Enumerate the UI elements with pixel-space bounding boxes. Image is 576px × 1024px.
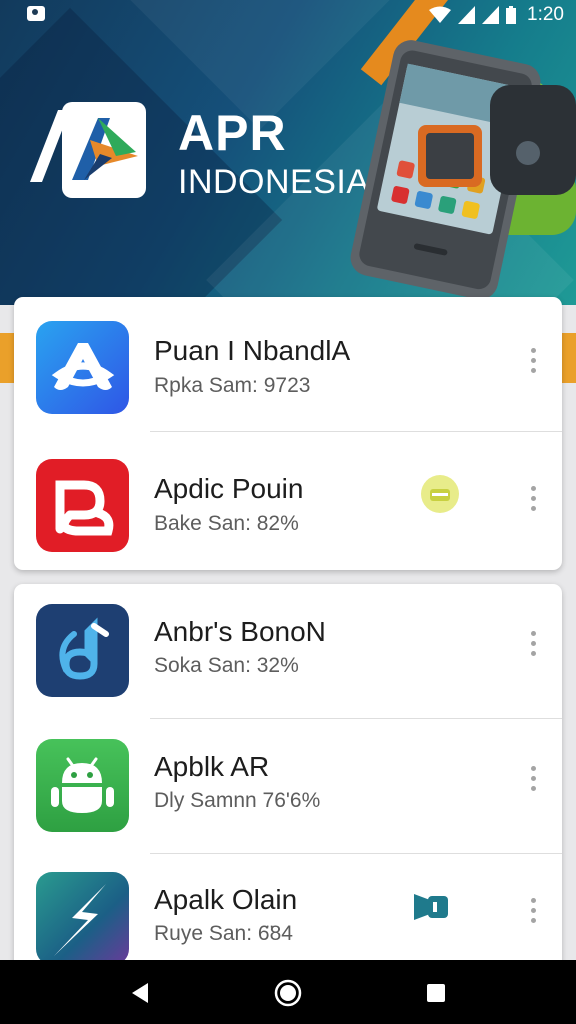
loop-logo-icon xyxy=(36,459,129,552)
phone-illustration-icon xyxy=(350,40,576,300)
app-name: Puan I NbandlA xyxy=(154,335,351,366)
recent-apps-icon[interactable] xyxy=(421,978,451,1008)
app-card: Anbr's BonoN Soka San: 32% Apblk AR Dly … xyxy=(14,584,562,984)
more-options-icon[interactable] xyxy=(527,898,539,928)
android-icon xyxy=(36,739,129,832)
header-banner: APR INDONESIA xyxy=(0,0,576,305)
navigation-bar xyxy=(0,960,576,1024)
more-options-icon[interactable] xyxy=(527,631,539,661)
list-item[interactable]: Apblk AR Dly Samnn 76'6% xyxy=(14,719,562,854)
music-note-icon xyxy=(36,604,129,697)
clock: 1:20 xyxy=(527,4,564,25)
signal-icon xyxy=(482,6,500,24)
battery-icon xyxy=(506,6,517,24)
a-logo-icon xyxy=(36,321,129,414)
yellow-badge-icon xyxy=(421,475,459,513)
wifi-icon xyxy=(429,6,452,23)
notification-icon xyxy=(27,6,45,21)
back-icon[interactable] xyxy=(126,978,156,1008)
list-item[interactable]: Anbr's BonoN Soka San: 32% xyxy=(14,584,562,719)
app-card: Puan I NbandlA Rpka Sam: 9723 Apdic Poui… xyxy=(14,297,562,570)
apr-logo-icon xyxy=(30,102,146,198)
more-options-icon[interactable] xyxy=(527,348,539,378)
app-meta: Soka San: 32% xyxy=(154,654,299,677)
more-options-icon[interactable] xyxy=(527,766,539,796)
app-name: Anbr's BonoN xyxy=(154,616,326,647)
app-meta: Bake San: 82% xyxy=(154,512,299,535)
brand-title: APR xyxy=(178,105,287,161)
app-name: Apblk AR xyxy=(154,751,270,782)
status-bar: 1:20 xyxy=(0,0,576,30)
signal-icon xyxy=(458,6,476,24)
list-item[interactable]: Puan I NbandlA Rpka Sam: 9723 xyxy=(14,297,562,432)
lightning-icon xyxy=(36,872,129,965)
home-icon[interactable] xyxy=(273,978,303,1008)
brand-subtitle: INDONESIA xyxy=(178,163,370,201)
more-options-icon[interactable] xyxy=(527,486,539,516)
app-name: Apdic Pouin xyxy=(154,473,304,504)
list-item[interactable]: Apdic Pouin Bake San: 82% xyxy=(14,435,562,570)
video-camera-icon xyxy=(414,894,448,920)
app-name: Apalk Olain xyxy=(154,884,298,915)
app-meta: Rpka Sam: 9723 xyxy=(154,374,311,397)
divider xyxy=(150,431,562,432)
app-meta: Dly Samnn 76'6% xyxy=(154,789,321,812)
app-meta: Ruye San: 6̈84 xyxy=(154,922,293,945)
